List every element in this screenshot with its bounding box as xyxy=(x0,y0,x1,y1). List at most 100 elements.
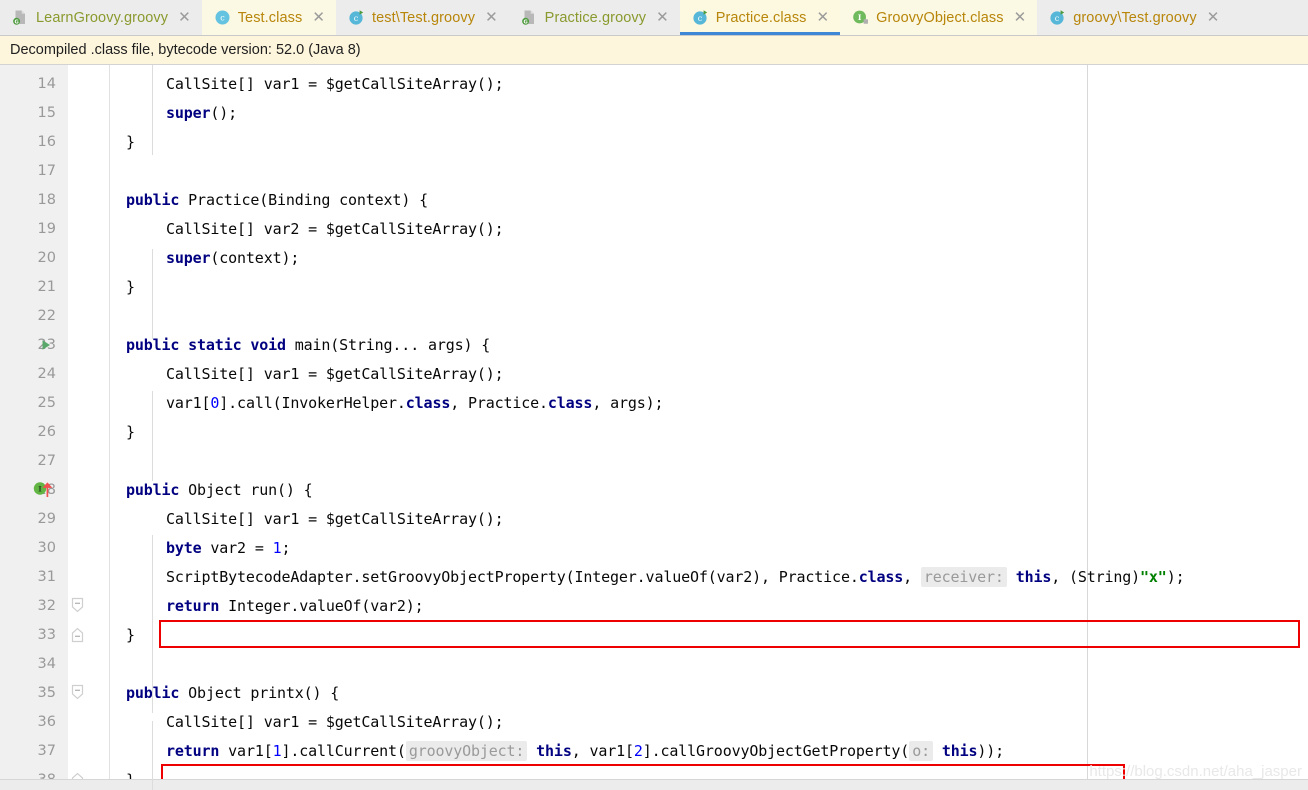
svg-text:c: c xyxy=(354,14,359,23)
editor-tab-3[interactable]: G Practice.groovy ✕ xyxy=(509,0,680,35)
code-line-14[interactable]: 14 CallSite[] var1 = $getCallSiteArray(); xyxy=(0,69,1308,98)
code-editor[interactable]: 14 CallSite[] var1 = $getCallSiteArray();… xyxy=(0,65,1308,790)
line-number: 24 xyxy=(37,365,56,382)
java-class-icon: c xyxy=(214,9,231,26)
code-line-33[interactable]: 33} xyxy=(0,620,1308,649)
code-text: } xyxy=(126,277,135,296)
code-line-23[interactable]: 23public static void main(String... args… xyxy=(0,330,1308,359)
line-number: 14 xyxy=(37,75,56,92)
editor-bottom-strip xyxy=(0,779,1308,790)
close-icon[interactable]: ✕ xyxy=(817,10,830,25)
code-line-35[interactable]: 35 public Object printx() { xyxy=(0,678,1308,707)
line-number: 17 xyxy=(37,162,56,179)
code-line-30[interactable]: 30 byte var2 = 1; xyxy=(0,533,1308,562)
code-text: public Object run() { xyxy=(126,480,313,499)
code-line-32[interactable]: 32 return Integer.valueOf(var2); xyxy=(0,591,1308,620)
code-line-18[interactable]: 18 public Practice(Binding context) { xyxy=(0,185,1308,214)
editor-tab-4[interactable]: c Practice.class ✕ xyxy=(679,0,841,35)
code-line-24[interactable]: 24 CallSite[] var1 = $getCallSiteArray(); xyxy=(0,359,1308,388)
code-text: super(); xyxy=(166,103,238,122)
close-icon[interactable]: ✕ xyxy=(485,10,498,25)
code-line-25[interactable]: 25 var1[0].call(InvokerHelper.class, Prac… xyxy=(0,388,1308,417)
svg-text:G: G xyxy=(14,19,18,25)
code-line-31[interactable]: 31 ScriptBytecodeAdapter.setGroovyObjectP… xyxy=(0,562,1308,591)
line-number: 16 xyxy=(37,133,56,150)
interface-icon: I xyxy=(852,9,869,26)
svg-text:c: c xyxy=(1055,14,1060,23)
line-number: 30 xyxy=(37,539,56,556)
groovy-class-icon: c xyxy=(348,9,365,26)
code-line-27[interactable]: 27 xyxy=(0,446,1308,475)
code-line-17[interactable]: 17 xyxy=(0,156,1308,185)
code-line-36[interactable]: 36 CallSite[] var1 = $getCallSiteArray(); xyxy=(0,707,1308,736)
indent-guide-2 xyxy=(152,391,153,481)
line-number: 32 xyxy=(37,597,56,614)
groovy-file-icon: G xyxy=(12,9,29,26)
code-text: public Object printx() { xyxy=(126,683,340,702)
editor-tab-0[interactable]: G LearnGroovy.groovy ✕ xyxy=(0,0,202,35)
fold-end-icon[interactable] xyxy=(70,597,85,614)
line-number: 19 xyxy=(37,220,56,237)
line-number: 15 xyxy=(37,104,56,121)
indent-guide-4 xyxy=(152,721,153,790)
line-number: 29 xyxy=(37,510,56,527)
code-line-21[interactable]: 21} xyxy=(0,272,1308,301)
line-number: 22 xyxy=(37,307,56,324)
close-icon[interactable]: ✕ xyxy=(312,10,325,25)
fold-start-icon[interactable] xyxy=(70,684,85,701)
indent-guide-3 xyxy=(152,535,153,713)
code-text: super(context); xyxy=(166,248,300,267)
code-line-15[interactable]: 15 super(); xyxy=(0,98,1308,127)
code-line-29[interactable]: 29 CallSite[] var1 = $getCallSiteArray(); xyxy=(0,504,1308,533)
code-text: CallSite[] var1 = $getCallSiteArray(); xyxy=(166,364,504,383)
svg-text:c: c xyxy=(220,13,225,22)
code-text: CallSite[] var2 = $getCallSiteArray(); xyxy=(166,219,504,238)
decompiled-notice-text: Decompiled .class file, bytecode version… xyxy=(10,42,361,58)
svg-text:I: I xyxy=(38,484,42,493)
code-line-26[interactable]: 26} xyxy=(0,417,1308,446)
line-number: 18 xyxy=(37,191,56,208)
line-number: 35 xyxy=(37,684,56,701)
line-number: 34 xyxy=(37,655,56,672)
editor-tab-6[interactable]: c groovy\Test.groovy ✕ xyxy=(1037,0,1230,35)
tab-label: LearnGroovy.groovy xyxy=(36,9,169,26)
tab-label: groovy\Test.groovy xyxy=(1073,9,1197,26)
decompiled-notice-bar: Decompiled .class file, bytecode version… xyxy=(0,36,1308,65)
editor-tab-5[interactable]: I GroovyObject.class ✕ xyxy=(840,0,1038,35)
svg-text:I: I xyxy=(858,13,862,22)
groovy-class-icon: c xyxy=(692,9,709,26)
fold-collapse-icon[interactable] xyxy=(70,626,85,643)
line-number: 37 xyxy=(37,742,56,759)
run-gutter-icon[interactable] xyxy=(38,337,54,353)
svg-text:c: c xyxy=(697,14,702,23)
svg-text:G: G xyxy=(523,19,527,25)
editor-tab-bar: G LearnGroovy.groovy ✕ c Test.class ✕ c test\Te… xyxy=(0,0,1308,36)
code-text: return var1[1].callCurrent(groovyObject:… xyxy=(166,740,1005,761)
line-number: 20 xyxy=(37,249,56,266)
editor-tab-2[interactable]: c test\Test.groovy ✕ xyxy=(336,0,509,35)
line-number: 36 xyxy=(37,713,56,730)
code-text: public static void main(String... args) … xyxy=(126,335,491,354)
groovy-class-icon: c xyxy=(1049,9,1066,26)
editor-tab-1[interactable]: c Test.class ✕ xyxy=(201,0,336,35)
code-text: CallSite[] var1 = $getCallSiteArray(); xyxy=(166,712,504,731)
code-text: } xyxy=(126,422,135,441)
code-line-16[interactable]: 16} xyxy=(0,127,1308,156)
close-icon[interactable]: ✕ xyxy=(178,10,191,25)
tab-label: Practice.class xyxy=(715,9,807,26)
tab-label: Test.class xyxy=(237,9,303,26)
code-text: } xyxy=(126,625,135,644)
line-number: 31 xyxy=(37,568,56,585)
code-line-19[interactable]: 19 CallSite[] var2 = $getCallSiteArray(); xyxy=(0,214,1308,243)
code-line-37[interactable]: 37 return var1[1].callCurrent(groovyObjec… xyxy=(0,736,1308,765)
code-line-22[interactable]: 22 xyxy=(0,301,1308,330)
code-line-28[interactable]: 28Ipublic Object run() { xyxy=(0,475,1308,504)
close-icon[interactable]: ✕ xyxy=(1207,10,1220,25)
indent-guide-1 xyxy=(152,249,153,339)
close-icon[interactable]: ✕ xyxy=(1014,10,1027,25)
close-icon[interactable]: ✕ xyxy=(656,10,669,25)
code-text: CallSite[] var1 = $getCallSiteArray(); xyxy=(166,509,504,528)
code-line-20[interactable]: 20 super(context); xyxy=(0,243,1308,272)
implements-method-icon[interactable]: I xyxy=(32,481,58,499)
code-line-34[interactable]: 34 xyxy=(0,649,1308,678)
